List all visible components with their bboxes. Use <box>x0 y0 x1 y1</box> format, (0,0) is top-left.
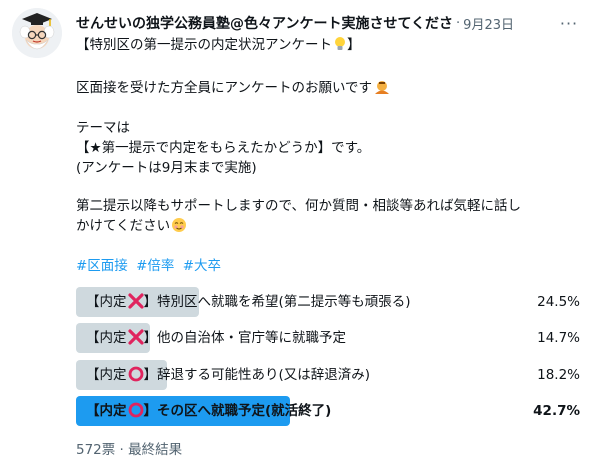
poll-option-text: 】他の自治体・官庁等に就職予定 <box>143 330 347 346</box>
tweet-line-2: 区面接を受けた方全員にアンケートのお願いです <box>76 78 391 101</box>
tweet-line-5: (アンケートは9月末まで実施) <box>76 160 257 176</box>
hashtag-link[interactable]: #区面接 <box>76 258 128 274</box>
poll-option-text: 】その区へ就職予定(就活終了) <box>143 403 332 419</box>
author-avatar[interactable] <box>12 8 62 58</box>
red-circle-icon <box>128 363 144 393</box>
tweet-line-3: テーマは <box>76 120 130 136</box>
poll-option: 【内定 】特別区へ就職を希望(第二提示等も頑張る) 24.5% <box>76 287 582 317</box>
poll-option-prefix: 【内定 <box>86 330 127 346</box>
poll-option-winner: 【内定 】その区へ就職予定(就活終了) 42.7% <box>76 396 582 426</box>
bowing-person-icon <box>373 79 391 101</box>
tweet-text-line: 区面接を受けた方全員にアンケートのお願いです <box>76 80 373 96</box>
poll-option-prefix: 【内定 <box>86 403 127 419</box>
poll-option-text: 】特別区へ就職を希望(第二提示等も頑張る) <box>143 294 411 310</box>
poll-percent: 24.5% <box>537 294 580 310</box>
professor-avatar-icon <box>12 8 62 58</box>
poll-option: 【内定 】他の自治体・官庁等に就職予定 14.7% <box>76 323 582 353</box>
poll-option-prefix: 【内定 <box>86 367 127 383</box>
tweet-line-4: 【★第一提示で内定をもらえたかどうか】です。 <box>76 140 371 156</box>
poll-option-label: 【内定 】他の自治体・官庁等に就職予定 <box>86 323 346 353</box>
tweet-line-7: かけてください <box>76 216 187 239</box>
tweet-text-line: 【特別区の第一提示の内定状況アンケート <box>76 37 332 53</box>
poll-percent: 14.7% <box>537 330 580 346</box>
smiling-face-icon <box>171 217 187 239</box>
header-separator: · <box>456 15 461 31</box>
poll-option-label: 【内定 】辞退する可能性あり(又は辞退済み) <box>86 360 370 390</box>
tweet-text-line: 】 <box>346 37 361 53</box>
poll-percent: 18.2% <box>537 367 580 383</box>
hashtag-link[interactable]: #大卒 <box>183 258 221 274</box>
tweet-header: せんせいの独学公務員塾@色々アンケート実施させてくださ · 9月23日 <box>76 12 546 34</box>
lightbulb-icon <box>333 36 347 58</box>
red-circle-icon <box>128 399 144 429</box>
hashtag-link[interactable]: #倍率 <box>136 258 174 274</box>
poll-footer: 572票 · 最終結果 <box>76 442 183 458</box>
cross-mark-icon <box>127 326 144 356</box>
poll-option-label: 【内定 】その区へ就職予定(就活終了) <box>86 396 331 426</box>
tweet-text-line: かけてください <box>76 218 171 234</box>
hashtags: #区面接 #倍率 #大卒 <box>76 256 225 276</box>
poll-option-text: 】辞退する可能性あり(又は辞退済み) <box>143 367 371 383</box>
poll-option-prefix: 【内定 <box>86 294 127 310</box>
more-options-icon[interactable]: ··· <box>556 12 582 34</box>
tweet-date[interactable]: 9月23日 <box>463 14 514 33</box>
poll-option-label: 【内定 】特別区へ就職を希望(第二提示等も頑張る) <box>86 287 411 317</box>
poll-option: 【内定 】辞退する可能性あり(又は辞退済み) 18.2% <box>76 360 582 390</box>
author-name[interactable]: せんせいの独学公務員塾@色々アンケート実施させてくださ <box>76 13 453 33</box>
tweet-line-6: 第二提示以降もサポートしますので、何か質問・相談等あれば気軽に話し <box>76 198 521 214</box>
poll-percent: 42.7% <box>533 403 580 419</box>
cross-mark-icon <box>127 290 144 320</box>
tweet-line-1: 【特別区の第一提示の内定状況アンケート 】 <box>76 35 360 58</box>
